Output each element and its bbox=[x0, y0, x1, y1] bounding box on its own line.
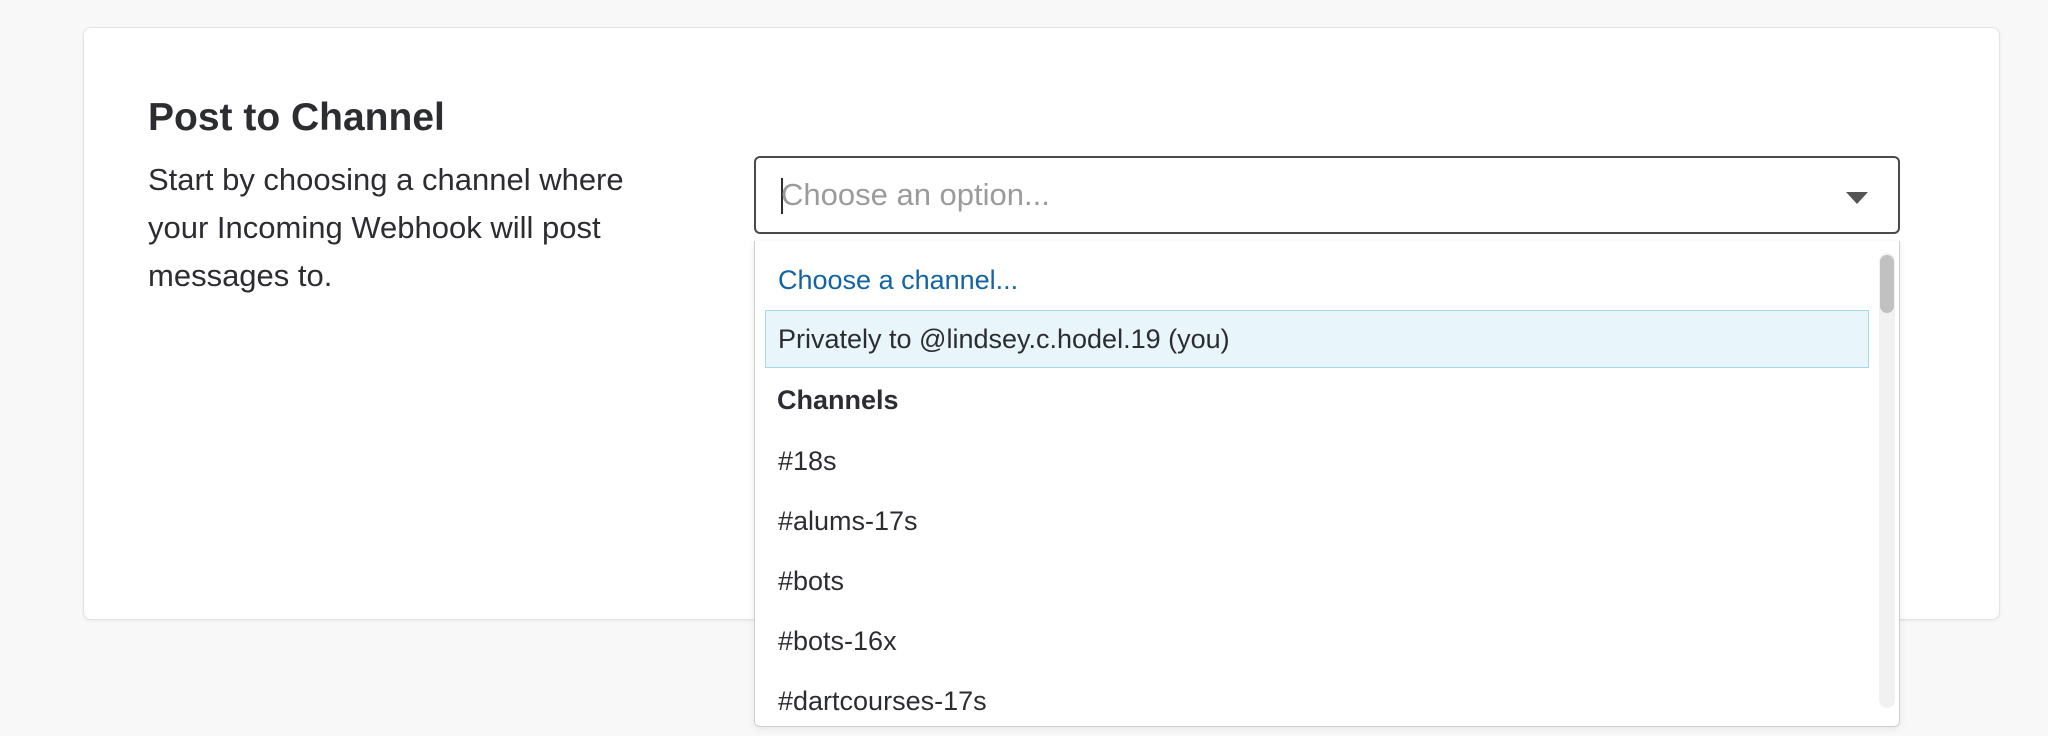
select-placeholder: Choose an option... bbox=[781, 177, 1050, 212]
scrollbar-thumb[interactable] bbox=[1880, 255, 1894, 313]
channel-dropdown[interactable]: Choose a channel... Privately to @lindse… bbox=[754, 241, 1900, 727]
channel-option-dartcourses-17s[interactable]: #dartcourses-17s bbox=[765, 672, 1869, 726]
channel-option-18s[interactable]: #18s bbox=[765, 432, 1869, 490]
choose-channel-option[interactable]: Choose a channel... bbox=[765, 251, 1869, 309]
section-title: Post to Channel bbox=[148, 96, 445, 139]
chevron-down-icon[interactable] bbox=[1846, 192, 1868, 204]
channel-option-alums-17s[interactable]: #alums-17s bbox=[765, 492, 1869, 550]
dropdown-scrollbar[interactable] bbox=[1879, 253, 1895, 708]
channel-option-bots[interactable]: #bots bbox=[765, 552, 1869, 610]
section-description: Start by choosing a channel where your I… bbox=[148, 162, 624, 293]
channel-select[interactable]: Choose an option... bbox=[754, 156, 1900, 234]
channels-group-label: Channels bbox=[777, 385, 899, 415]
private-option[interactable]: Privately to @lindsey.c.hodel.19 (you) bbox=[765, 310, 1869, 368]
channel-option-bots-16x[interactable]: #bots-16x bbox=[765, 612, 1869, 670]
